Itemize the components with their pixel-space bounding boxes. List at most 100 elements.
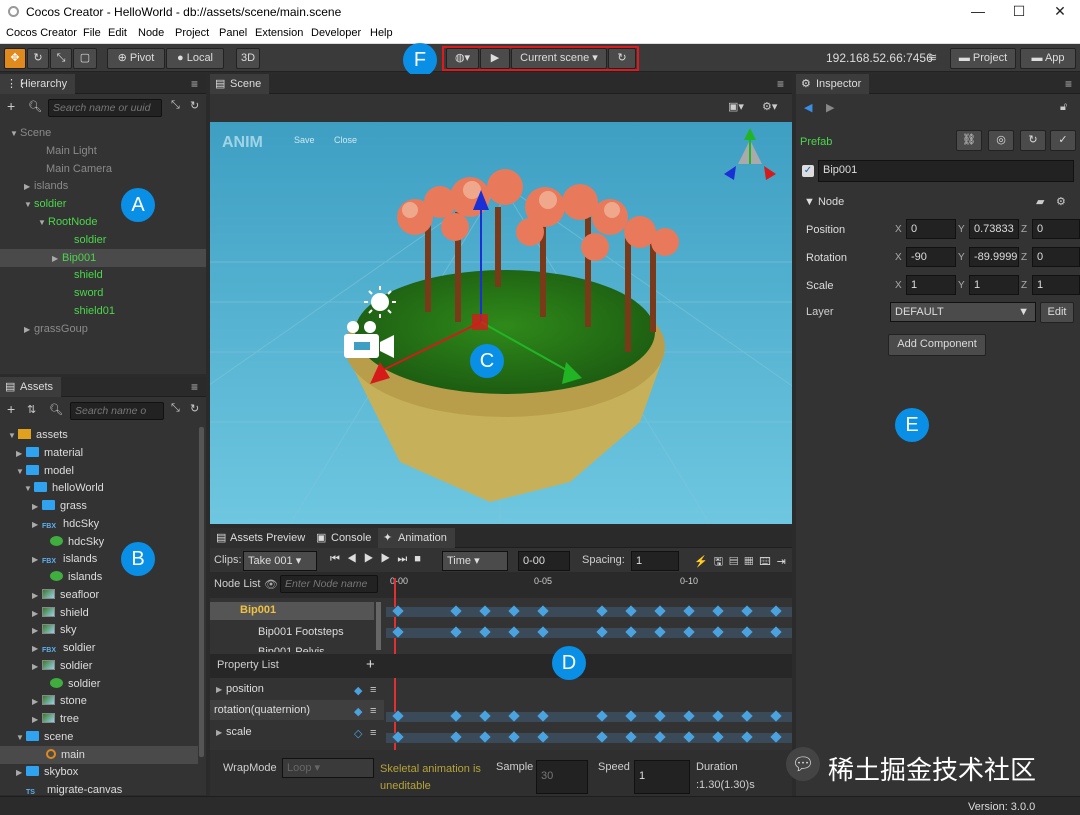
local-button[interactable]: ● Local — [166, 48, 224, 69]
prefab-locate-icon[interactable]: ◎ — [988, 130, 1014, 151]
asset-item[interactable]: ▶ seafloor — [0, 586, 198, 604]
tree-toggle-icon[interactable]: ▶ — [24, 321, 34, 339]
inspector-menu-icon[interactable]: ≡ — [1065, 77, 1072, 91]
position-z-input[interactable]: 0 — [1032, 219, 1080, 239]
asset-item[interactable]: ▶ skybox — [0, 763, 198, 781]
camera-options-icon[interactable]: ▣▾ — [728, 100, 744, 113]
keyframe-add-icon[interactable]: ◆ — [354, 705, 362, 718]
tree-toggle-icon[interactable]: ▶ — [24, 178, 34, 196]
position-x-input[interactable]: 0 — [906, 219, 956, 239]
platform-globe-icon[interactable]: ◍▾ — [446, 48, 479, 69]
tree-toggle-icon[interactable]: ▼ — [16, 729, 26, 747]
assets-scrollbar[interactable] — [199, 427, 204, 757]
hierarchy-node[interactable]: ▼ RootNode — [0, 213, 206, 231]
assets-refresh-icon[interactable]: ↻ — [190, 402, 199, 415]
clip-select[interactable]: Take 001 ▾ — [243, 551, 317, 571]
hierarchy-node[interactable]: Main Light — [0, 142, 206, 160]
node-row-selected[interactable] — [210, 602, 374, 620]
asset-item[interactable]: islands — [0, 568, 198, 586]
tree-toggle-icon[interactable]: ▶ — [32, 640, 42, 658]
node-search-input[interactable]: Enter Node name — [280, 575, 378, 593]
keyframe-track[interactable] — [386, 733, 792, 743]
project-button[interactable]: ▬ Project — [950, 48, 1016, 69]
hierarchy-node[interactable]: ▶ islands — [0, 177, 206, 195]
asset-item[interactable]: main — [0, 745, 198, 764]
property-row[interactable]: ▶ scale — [216, 726, 252, 738]
maximize-button[interactable]: ☐ — [999, 0, 1039, 24]
node-name-input[interactable]: Bip001 — [818, 160, 1074, 182]
scale-tool-icon[interactable]: ⤡ — [50, 48, 72, 69]
property-menu-icon[interactable]: ≡ — [370, 705, 376, 717]
scene-viewport[interactable]: ANIM Save Close — [210, 122, 792, 524]
property-row[interactable]: ▶ position — [216, 683, 264, 695]
asset-item[interactable]: ▼ helloWorld — [0, 479, 198, 497]
menu-extension[interactable]: Extension — [255, 27, 303, 39]
tree-toggle-icon[interactable]: ▶ — [32, 516, 42, 534]
add-property-icon[interactable]: + — [366, 656, 375, 673]
scale-y-input[interactable]: 1 — [969, 275, 1019, 295]
hierarchy-add-icon[interactable]: + — [7, 98, 15, 114]
node-active-checkbox[interactable]: ✓ — [802, 165, 814, 177]
asset-item[interactable]: ▶ shield — [0, 604, 198, 622]
minimize-button[interactable]: — — [958, 0, 998, 24]
hierarchy-node[interactable]: ▶ grassGoup — [0, 320, 206, 338]
position-y-input[interactable]: 0.73833 — [969, 219, 1019, 239]
tree-toggle-icon[interactable]: ▼ — [10, 125, 20, 143]
anim-close-button[interactable]: Close — [334, 135, 357, 145]
menu-project[interactable]: Project — [175, 27, 209, 39]
help-icon[interactable]: ▰ — [1036, 195, 1044, 208]
keyframe-track[interactable] — [386, 628, 792, 638]
keyframe-add-icon[interactable]: ◆ — [354, 684, 362, 697]
speed-input[interactable]: 1 — [634, 760, 690, 794]
scene-menu-icon[interactable]: ≡ — [777, 77, 784, 91]
asset-item[interactable]: ▶ tree — [0, 710, 198, 728]
rotation-z-input[interactable]: 0 — [1032, 247, 1080, 267]
tree-toggle-icon[interactable]: ▶ — [32, 587, 42, 605]
current-frame-input[interactable]: 0-00 — [518, 551, 570, 571]
hierarchy-search-input[interactable]: Search name or uuid — [48, 99, 162, 117]
scale-x-input[interactable]: 1 — [906, 275, 956, 295]
sample-input[interactable]: 30 — [536, 760, 588, 794]
tree-toggle-icon[interactable]: ▶ — [32, 658, 42, 676]
tab-assets[interactable]: ▤ Assets — [0, 377, 62, 397]
playback-controls[interactable]: ⏮◀▶▶⏭■ — [330, 553, 428, 566]
tree-toggle-icon[interactable]: ▶ — [32, 622, 42, 640]
asset-item[interactable]: ▶ grass — [0, 497, 198, 515]
pivot-button[interactable]: ⊕ Pivot — [107, 48, 165, 69]
tree-toggle-icon[interactable]: ▶ — [32, 605, 42, 623]
app-button[interactable]: ▬ App — [1020, 48, 1076, 69]
keyframe-track[interactable] — [386, 712, 792, 722]
rotation-y-input[interactable]: -89.9999 — [969, 247, 1019, 267]
hierarchy-node[interactable]: Main Camera — [0, 160, 206, 178]
assets-menu-icon[interactable]: ≡ — [191, 380, 198, 394]
asset-item[interactable]: ▼ model — [0, 462, 198, 480]
layer-select[interactable]: DEFAULT ▼ — [890, 302, 1036, 322]
wrapmode-select[interactable]: Loop ▾ — [282, 758, 374, 778]
asset-item[interactable]: ▼ scene — [0, 728, 198, 746]
spacing-input[interactable]: 1 — [631, 551, 679, 571]
layer-edit-button[interactable]: Edit — [1040, 302, 1074, 323]
animation-tool-icons[interactable]: ⚡🖫▤▦⌨⇥ — [694, 553, 792, 572]
menu-panel[interactable]: Panel — [219, 27, 247, 39]
menu-node[interactable]: Node — [138, 27, 164, 39]
asset-item[interactable]: ▶ FBX soldier — [0, 639, 198, 657]
asset-item[interactable]: ▼ assets — [0, 426, 198, 444]
tab-inspector[interactable]: ⚙ Inspector — [796, 74, 870, 94]
refresh-icon[interactable]: ↻ — [608, 48, 636, 69]
back-icon[interactable]: ◀ — [804, 101, 812, 114]
prefab-revert-icon[interactable]: ↻ — [1020, 130, 1046, 151]
tab-assets-preview[interactable]: ▤ Assets Preview — [210, 528, 314, 548]
menu-help[interactable]: Help — [370, 27, 393, 39]
prefab-apply-icon[interactable]: ✓ — [1050, 130, 1076, 151]
asset-item[interactable]: ▶ stone — [0, 692, 198, 710]
asset-item[interactable]: ▶ sky — [0, 621, 198, 639]
time-mode-select[interactable]: Time ▾ — [442, 551, 508, 571]
anim-save-button[interactable]: Save — [294, 135, 315, 145]
assets-collapse-icon[interactable]: ⤡ — [171, 402, 180, 415]
hierarchy-search-icon[interactable]: 🔍︎ — [28, 100, 42, 113]
move-tool-icon[interactable]: ✥ — [4, 48, 26, 69]
menu-edit[interactable]: Edit — [108, 27, 127, 39]
asset-item[interactable]: ▶ soldier — [0, 657, 198, 675]
property-menu-icon[interactable]: ≡ — [370, 727, 376, 739]
assets-add-icon[interactable]: + — [7, 401, 15, 417]
